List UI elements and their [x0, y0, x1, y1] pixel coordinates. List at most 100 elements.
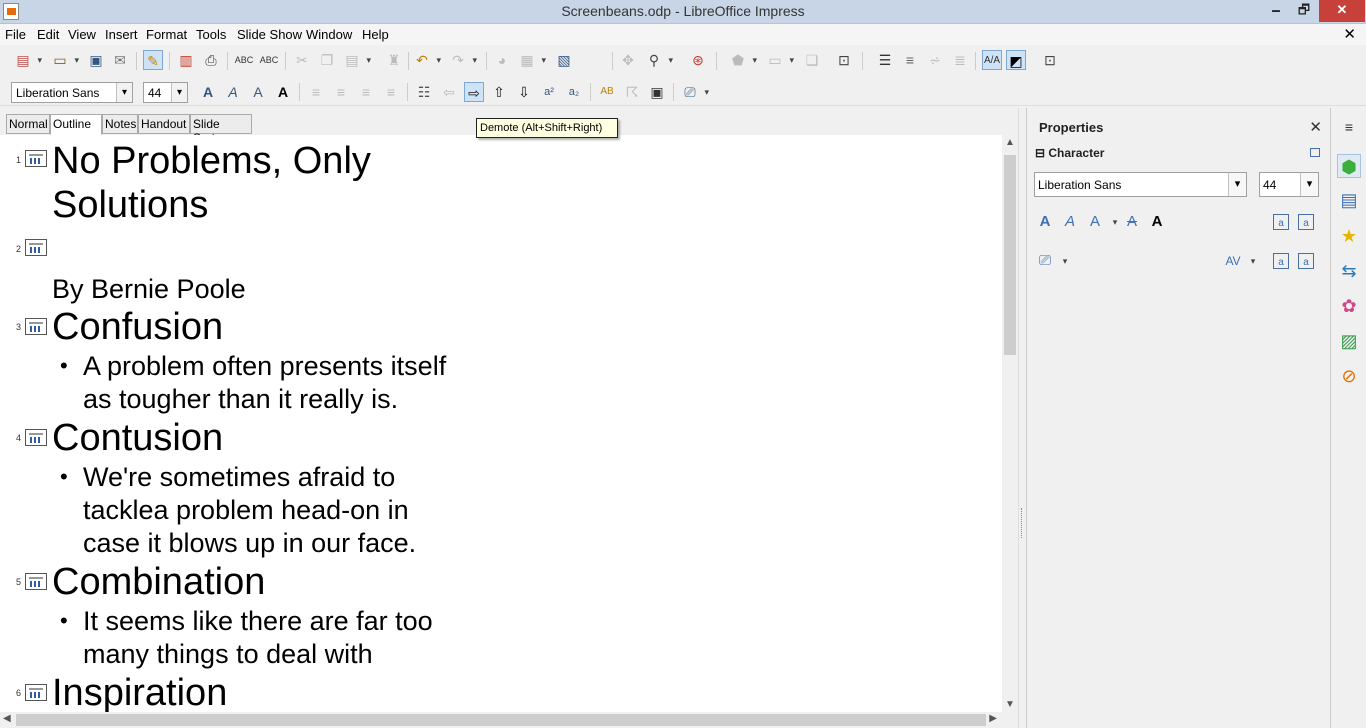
minimize-button[interactable]: 🗕 [1262, 0, 1290, 22]
print-icon[interactable]: ⎙ [201, 50, 221, 70]
duplicate-slide-icon[interactable]: ❏ [802, 50, 822, 70]
menu-view[interactable]: View [68, 27, 96, 42]
slide-icon[interactable] [25, 684, 47, 701]
bullet-text[interactable]: It seems like there are far too [83, 605, 433, 638]
font-color-icon[interactable]: A [273, 82, 293, 102]
export-pdf-icon[interactable]: ▥ [176, 50, 196, 70]
move-up-icon[interactable]: ⇧ [489, 82, 509, 102]
bullet-text-line[interactable]: many things to deal with [83, 638, 373, 671]
move-down-icon[interactable]: ⇩ [514, 82, 534, 102]
chevron-down-icon[interactable]: ▾ [1228, 173, 1246, 196]
font-name-combo[interactable]: Liberation Sans ▾ [11, 82, 133, 103]
scroll-thumb[interactable] [1004, 155, 1016, 355]
slide-icon[interactable] [25, 318, 47, 335]
slide-title[interactable]: Inspiration [52, 671, 227, 712]
slide-title[interactable]: No Problems, Only [52, 139, 371, 183]
align-left-icon[interactable]: ≡ [306, 82, 326, 102]
clone-formatting-icon[interactable]: ♜ [384, 50, 404, 70]
menu-edit[interactable]: Edit [37, 27, 59, 42]
menu-file[interactable]: File [5, 27, 26, 42]
copy-icon[interactable]: ❐ [317, 50, 337, 70]
slide-icon[interactable] [25, 573, 47, 590]
outline-text-icon[interactable]: A [248, 82, 268, 102]
slide-icon[interactable] [25, 239, 47, 256]
bullet-text-line[interactable]: case it blows up in our face. [83, 527, 416, 560]
scroll-down-icon[interactable]: ▼ [1002, 699, 1018, 710]
align-right-icon[interactable]: ≡ [356, 82, 376, 102]
tab-normal[interactable]: Normal [6, 114, 50, 134]
subscript-icon[interactable]: a₂ [564, 82, 584, 102]
list-icon[interactable]: ☷ [414, 82, 434, 102]
help-lifebuoy-icon[interactable]: ⊛ [688, 50, 708, 70]
new-document-icon[interactable]: ▤ [13, 50, 42, 70]
vertical-scrollbar[interactable]: ▲ ▼ [1002, 135, 1018, 712]
font-color-icon[interactable]: A [1147, 212, 1167, 232]
promote-icon[interactable]: ⇦ [439, 82, 459, 102]
sidebar-font-name-combo[interactable]: Liberation Sans ▾ [1034, 172, 1247, 197]
save-icon[interactable]: ▣ [86, 50, 106, 70]
italic-text-icon[interactable]: A [1060, 212, 1080, 232]
maximize-button[interactable]: 🗗 [1290, 0, 1318, 22]
chevron-down-icon[interactable]: ▾ [171, 83, 187, 102]
slide-icon[interactable] [25, 429, 47, 446]
tab-notes[interactable]: Notes [102, 114, 138, 134]
highlighting-icon[interactable]: ⎚ [1035, 251, 1055, 271]
font-size-combo[interactable]: 44 ▾ [143, 82, 188, 103]
bullet-text[interactable]: We're sometimes afraid to [83, 461, 395, 494]
highlighting-icon[interactable]: ⎚ [680, 82, 709, 102]
bullet-text[interactable]: A problem often presents itself [83, 350, 446, 383]
scroll-thumb[interactable] [16, 714, 986, 726]
styles-deck-icon[interactable]: ✿ [1337, 294, 1361, 318]
shadow-text-icon[interactable]: A [198, 82, 218, 102]
start-slideshow-icon[interactable]: ⊡ [1040, 50, 1060, 70]
edit-mode-icon[interactable]: ✎ [143, 50, 163, 70]
bullet-text-line[interactable]: as tougher than it really is. [83, 383, 398, 416]
strikethrough-icon[interactable]: A [1122, 212, 1142, 232]
slide-title[interactable]: Combination [52, 560, 265, 604]
gallery-deck-icon[interactable]: ▨ [1337, 329, 1361, 353]
fontwork-icon[interactable]: ☈ [622, 82, 642, 102]
chart-icon[interactable]: ◕ [492, 50, 512, 70]
redo-icon[interactable]: ↷ [448, 50, 477, 70]
shapes-icon[interactable]: ⬟ [728, 50, 757, 70]
increase-font-icon[interactable]: a [1273, 214, 1289, 230]
scroll-up-icon[interactable]: ▲ [1002, 137, 1018, 148]
scroll-left-icon[interactable]: ◀ [3, 713, 11, 724]
scroll-right-icon[interactable]: ▶ [989, 713, 997, 724]
tab-handout[interactable]: Handout [138, 114, 190, 134]
menu-slide-show[interactable]: Slide Show [237, 27, 302, 42]
sidebar-splitter[interactable] [1018, 108, 1026, 728]
properties-deck-icon[interactable]: ⬢ [1337, 154, 1361, 178]
slide-transition-deck-icon[interactable]: ⇆ [1337, 259, 1361, 283]
auto-spellcheck-icon[interactable]: ABC [259, 50, 279, 70]
italic-text-icon[interactable]: A [223, 82, 243, 102]
first-level-icon[interactable]: ≡ [900, 50, 920, 70]
tab-outline[interactable]: Outline [50, 114, 102, 135]
shadow-text-icon[interactable]: A [1035, 212, 1055, 232]
spelling-icon[interactable]: ABC [234, 50, 254, 70]
menu-insert[interactable]: Insert [105, 27, 138, 42]
slide-title-line[interactable]: Solutions [52, 183, 208, 227]
align-center-icon[interactable]: ≡ [331, 82, 351, 102]
collapse-icon[interactable]: ⩫ [925, 50, 945, 70]
slide-icon[interactable] [25, 150, 47, 167]
email-icon[interactable]: ✉ [110, 50, 130, 70]
navigator-grey-icon[interactable]: ✥ [618, 50, 638, 70]
bullets-list-icon[interactable]: ☰ [875, 50, 895, 70]
bullet-text-line[interactable]: tacklea problem head-on in [83, 494, 409, 527]
menu-help[interactable]: Help [362, 27, 389, 42]
character-section-header[interactable]: ⊟ Character [1035, 146, 1104, 160]
sidebar-menu-icon[interactable]: ≡ [1337, 115, 1361, 139]
slide-title[interactable]: Confusion [52, 305, 223, 349]
zoom-icon[interactable]: ⚲ [644, 50, 673, 70]
slide-subtitle[interactable]: By Bernie Poole [52, 273, 246, 306]
cut-icon[interactable]: ✂ [292, 50, 312, 70]
character-spacing-icon[interactable]: AB [597, 82, 617, 102]
outline-text-icon[interactable]: A [1085, 212, 1105, 232]
formatting-on-off-icon[interactable]: A/A [982, 50, 1002, 70]
master-slides-deck-icon[interactable]: ▤ [1337, 188, 1361, 212]
decrease-font-icon[interactable]: a [1298, 214, 1314, 230]
menu-window[interactable]: Window [306, 27, 352, 42]
tab-slide-sorter[interactable]: Slide Sorter [190, 114, 252, 145]
close-document-button[interactable]: ✕ [1343, 25, 1356, 43]
